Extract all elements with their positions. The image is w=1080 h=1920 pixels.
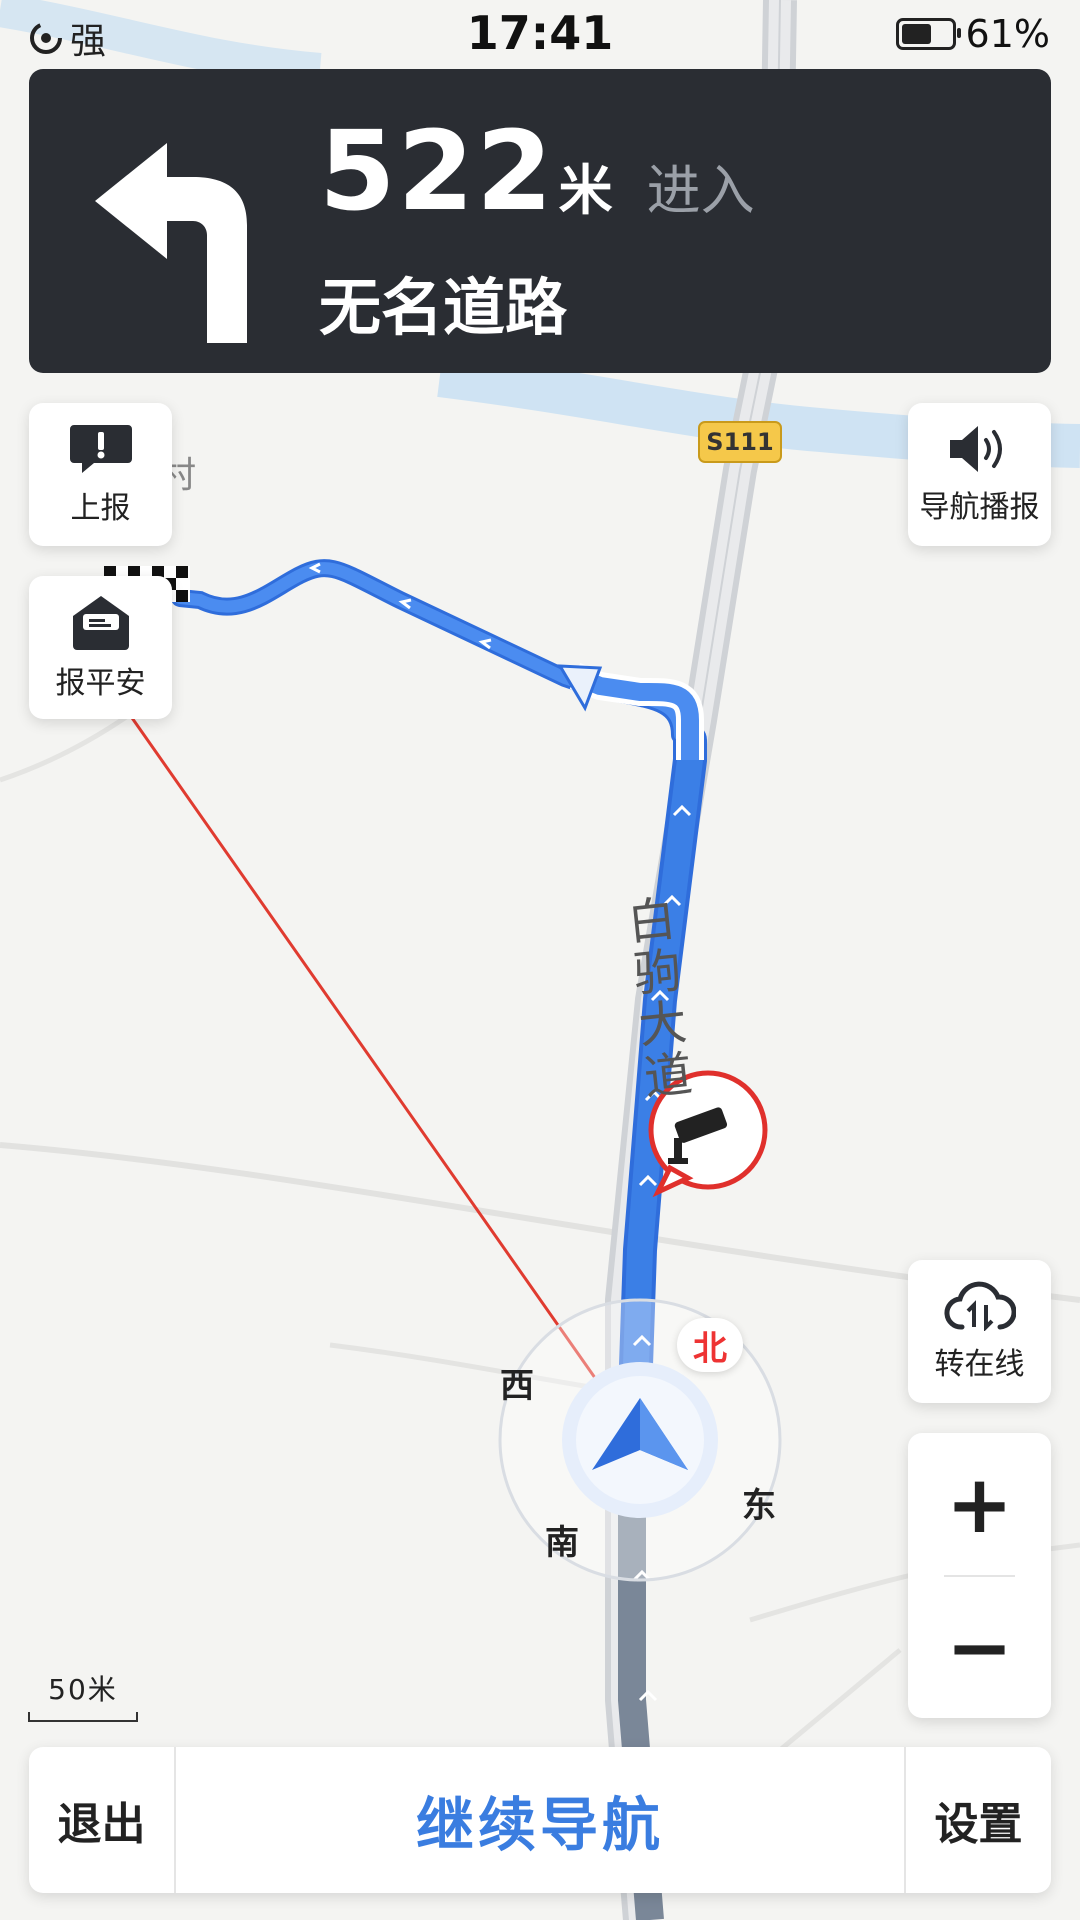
safe-report-button[interactable]: 报平安 bbox=[29, 576, 172, 719]
distance-readout: 522 米 进入 bbox=[319, 107, 755, 235]
map-scale: 50米 bbox=[28, 1668, 138, 1722]
battery-indicator: 61% bbox=[895, 12, 1050, 56]
guidance-panel[interactable]: 522 米 进入 无名道路 bbox=[29, 69, 1051, 373]
report-icon bbox=[69, 424, 132, 473]
battery-percent: 61% bbox=[965, 12, 1050, 56]
maneuver-action: 进入 bbox=[646, 159, 755, 222]
compass-north[interactable]: 北 bbox=[677, 1318, 743, 1372]
turn-left-arrow-icon bbox=[95, 143, 247, 343]
continue-navigation-button[interactable]: 继续导航 bbox=[176, 1747, 904, 1893]
voice-broadcast-button[interactable]: 导航播报 bbox=[908, 403, 1051, 546]
bottom-action-bar: 退出 继续导航 设置 bbox=[29, 1747, 1051, 1893]
switch-online-label: 转在线 bbox=[934, 1346, 1025, 1382]
distance-unit: 米 bbox=[558, 159, 613, 222]
switch-online-button[interactable]: 转在线 bbox=[908, 1260, 1051, 1403]
compass-west: 西 bbox=[500, 1366, 534, 1406]
compass-east: 东 bbox=[742, 1486, 776, 1526]
highway-shield: S111 bbox=[698, 421, 782, 463]
battery-icon bbox=[895, 18, 961, 50]
safe-report-label: 报平安 bbox=[55, 665, 146, 701]
compass-south: 南 bbox=[545, 1523, 579, 1563]
zoom-control: + − bbox=[908, 1433, 1051, 1718]
speaker-icon bbox=[949, 425, 1002, 472]
scale-label: 50米 bbox=[48, 1673, 118, 1706]
next-road-name: 无名道路 bbox=[319, 271, 568, 344]
zoom-out-button[interactable]: − bbox=[908, 1576, 1051, 1718]
report-button[interactable]: 上报 bbox=[29, 403, 172, 546]
scale-bar bbox=[28, 1712, 138, 1722]
zoom-in-button[interactable]: + bbox=[908, 1433, 1051, 1575]
status-bar: 强 17:41 61% bbox=[0, 0, 1080, 70]
exit-button[interactable]: 退出 bbox=[29, 1747, 176, 1893]
voice-broadcast-label: 导航播报 bbox=[919, 489, 1040, 525]
report-label: 上报 bbox=[70, 490, 131, 526]
cloud-sync-icon bbox=[943, 1281, 1016, 1331]
settings-button[interactable]: 设置 bbox=[904, 1747, 1051, 1893]
distance-value: 522 bbox=[319, 107, 555, 235]
envelope-icon bbox=[72, 595, 129, 650]
